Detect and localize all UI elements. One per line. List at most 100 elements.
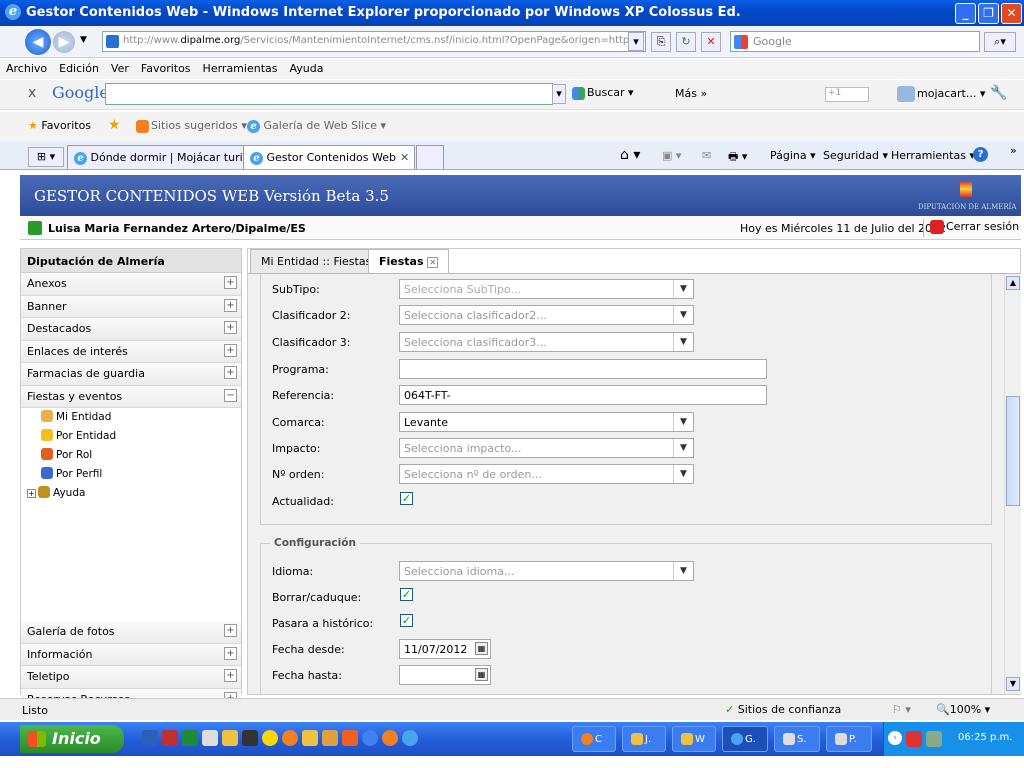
browser-tab-gestor[interactable]: e Gestor Contenidos Web ✕ — [243, 145, 415, 169]
menu-edicion[interactable]: Edición — [53, 59, 105, 75]
google-search-dropdown[interactable]: ▾ — [552, 84, 566, 104]
expand-icon[interactable]: + — [224, 298, 237, 312]
borrar-checkbox[interactable]: ✓ — [400, 588, 413, 601]
logout-link[interactable]: Cerrar sesión — [930, 220, 1019, 234]
help-icon[interactable]: ? — [973, 147, 988, 162]
tab-fiestas[interactable]: Fiestas ✕ — [368, 249, 450, 273]
expand-icon[interactable]: + — [224, 321, 237, 334]
quick-tabs-button[interactable]: ⊞ ▾ — [28, 147, 64, 167]
stop-icon[interactable]: ✕ — [701, 32, 721, 52]
excel-icon[interactable] — [182, 730, 198, 746]
menu-herramientas[interactable]: Herramientas — [197, 59, 284, 75]
search-input[interactable]: Google — [730, 31, 980, 52]
mail-icon[interactable]: ✉ — [702, 149, 711, 162]
zone-indicator[interactable]: ✓ Sitios de confianza — [725, 703, 841, 716]
zoom-control[interactable]: 🔍100% ▾ — [936, 703, 990, 716]
referencia-input[interactable]: 064T-FT- — [399, 385, 767, 405]
subtipo-select[interactable]: Selecciona SubTipo... ▼ — [399, 279, 694, 299]
search-button[interactable]: ⌕▾ — [984, 32, 1016, 52]
sidebar-item-destacados[interactable]: Destacados + — [21, 318, 241, 341]
address-input[interactable]: http://www.dipalme.org/Servicios/Manteni… — [102, 31, 646, 52]
fecha-desde-input[interactable]: 11/07/2012 ▦ — [399, 639, 491, 659]
historico-checkbox[interactable]: ✓ — [400, 614, 413, 627]
sidebar-item-teletipo[interactable]: Teletipo + — [21, 666, 241, 689]
pagina-menu[interactable]: Página ▾ — [770, 149, 816, 162]
window-titlebar[interactable]: e Gestor Contenidos Web - Windows Intern… — [0, 0, 1024, 26]
tree-item-ayuda[interactable]: + Ayuda — [21, 486, 241, 505]
web-slice-button[interactable]: e Galería de Web Slice ▾ — [247, 119, 386, 133]
task-button-c[interactable]: C — [572, 726, 616, 752]
sidebar-item-galeria[interactable]: Galería de fotos + — [21, 621, 241, 644]
maximize-button[interactable]: ❐ — [978, 3, 999, 24]
word-icon[interactable] — [142, 730, 158, 746]
new-tab-button[interactable] — [416, 145, 444, 169]
sidebar-item-enlaces[interactable]: Enlaces de interés + — [21, 340, 241, 363]
seguridad-menu[interactable]: Seguridad ▾ — [823, 149, 888, 162]
tree-item-mi-entidad[interactable]: Mi Entidad — [21, 410, 241, 429]
forward-button[interactable]: ▶ — [53, 31, 75, 53]
firefox-icon[interactable] — [282, 730, 298, 746]
tree-item-por-entidad[interactable]: Por Entidad — [21, 429, 241, 448]
star-icon[interactable] — [262, 730, 278, 746]
collapse-icon[interactable]: − — [224, 388, 237, 402]
content-scrollbar[interactable]: ▲ ▼ — [1004, 274, 1021, 694]
scroll-down-button[interactable]: ▼ — [1006, 677, 1020, 691]
fecha-hasta-input[interactable]: ▦ — [399, 665, 491, 685]
folder-icon[interactable] — [222, 730, 238, 746]
firefox-icon[interactable] — [382, 730, 398, 746]
idioma-select[interactable]: Selecciona idioma... ▼ — [399, 561, 694, 581]
tree-item-por-perfil[interactable]: Por Perfil — [21, 467, 241, 486]
expand-icon[interactable]: + — [224, 646, 237, 660]
account-button[interactable]: mojacart... ▾ — [895, 86, 985, 102]
expand-icon[interactable]: + — [224, 366, 237, 379]
menu-favoritos[interactable]: Favoritos — [135, 59, 197, 75]
console-icon[interactable] — [242, 730, 258, 746]
protected-mode-icon[interactable]: ⚐ ▾ — [892, 703, 911, 716]
history-dropdown-icon[interactable]: ▼ — [80, 35, 87, 45]
task-button-p[interactable]: P. — [826, 726, 872, 752]
sidebar-item-informacion[interactable]: Información + — [21, 643, 241, 666]
globe-icon[interactable] — [362, 730, 378, 746]
menu-archivo[interactable]: Archivo — [0, 59, 53, 75]
antivirus-icon[interactable] — [906, 731, 922, 747]
orden-select[interactable]: Selecciona nº de orden... ▼ — [399, 464, 694, 484]
scroll-up-button[interactable]: ▲ — [1006, 276, 1020, 290]
close-tab-icon[interactable]: ✕ — [427, 257, 439, 268]
task-button-w[interactable]: W — [672, 726, 716, 752]
expand-icon[interactable]: + — [224, 276, 237, 289]
task-button-s[interactable]: S. — [774, 726, 820, 752]
network-icon[interactable] — [926, 731, 942, 747]
menu-ayuda[interactable]: Ayuda — [283, 59, 329, 75]
close-toolbar-icon[interactable]: x — [28, 85, 36, 101]
print-icon[interactable]: 🖶 ▾ — [728, 148, 747, 167]
task-button-j[interactable]: J. — [622, 726, 666, 752]
sidebar-item-fiestas[interactable]: Fiestas y eventos − — [21, 385, 241, 408]
notepad-icon[interactable] — [202, 730, 218, 746]
programa-input[interactable] — [399, 359, 767, 379]
sitios-sugeridos-button[interactable]: Sitios sugeridos ▾ — [134, 119, 247, 133]
expand-icon[interactable]: + — [224, 624, 237, 637]
expand-icon[interactable]: + — [224, 343, 237, 357]
close-tab-icon[interactable]: ✕ — [400, 151, 409, 164]
mas-button[interactable]: Más » — [675, 87, 707, 100]
add-favorite-icon[interactable]: ★ — [108, 117, 121, 133]
refresh-icon[interactable]: ↻ — [676, 32, 696, 52]
chevron-more-icon[interactable]: » — [1010, 144, 1017, 157]
sidebar-item-banner[interactable]: Banner + — [21, 295, 241, 318]
tree-item-por-rol[interactable]: Por Rol — [21, 448, 241, 467]
feeds-icon[interactable]: ▣ ▾ — [662, 149, 681, 162]
favoritos-button[interactable]: ★ Favoritos — [28, 119, 91, 132]
expand-icon[interactable]: + — [224, 669, 237, 682]
herramientas-menu[interactable]: Herramientas ▾ — [891, 149, 975, 162]
home-icon[interactable]: ⌂ ▾ — [620, 147, 640, 163]
browser-tab-donde-dormir[interactable]: e Dónde dormir | Mojácar turismo — [67, 145, 273, 169]
actualidad-checkbox[interactable]: ✓ — [400, 492, 413, 505]
calendar-icon[interactable]: ▦ — [475, 642, 488, 655]
tab-mi-entidad-fiestas[interactable]: Mi Entidad :: Fiestas — [250, 249, 383, 273]
media-icon[interactable] — [342, 730, 358, 746]
task-button-g[interactable]: G. — [722, 726, 768, 752]
start-button[interactable]: Inicio — [20, 725, 124, 753]
sidebar-item-anexos[interactable]: Anexos + — [21, 273, 241, 296]
tray-expand-icon[interactable]: ‹ — [888, 731, 902, 745]
google-search-input[interactable] — [105, 83, 553, 105]
